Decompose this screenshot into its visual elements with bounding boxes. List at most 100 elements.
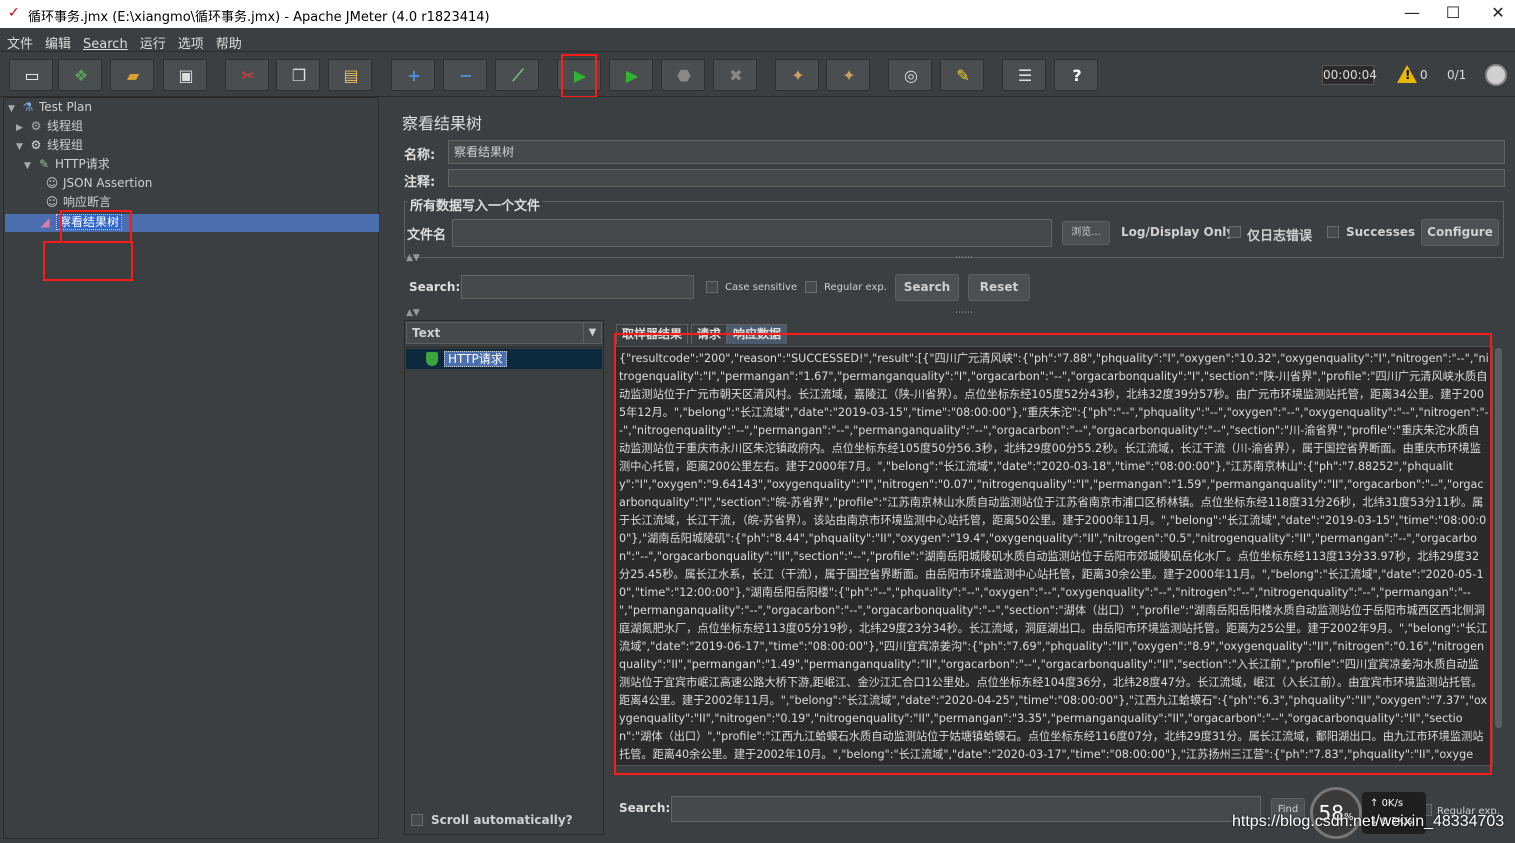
- result-row[interactable]: HTTP请求: [406, 349, 602, 369]
- templates-button[interactable]: ❖: [58, 59, 102, 91]
- bottom-search-label: Search:: [619, 801, 671, 815]
- copy-button[interactable]: ❐: [276, 59, 320, 91]
- collapse-icon: −: [459, 66, 473, 85]
- clear-button[interactable]: ✦: [775, 59, 819, 91]
- configure-button[interactable]: Configure: [1421, 219, 1499, 246]
- paste-button[interactable]: ▤: [328, 59, 372, 91]
- vertical-splitter[interactable]: [381, 97, 389, 839]
- toolbar: ▭ ❖ ▰ ▣ ✂ ❐ ▤ + − ⟋ ▶ ▶ ⬣ ✖ ✦ ✦ ◎ ✎ ☰? 00:00:04 ! 0 0/1: [0, 53, 1515, 98]
- start-highlight-box: [561, 54, 597, 98]
- menu-options[interactable]: 选项: [172, 28, 210, 52]
- start-no-pauses-button[interactable]: ▶: [609, 59, 653, 91]
- fileset-legend: 所有数据写入一个文件: [408, 195, 543, 214]
- response-scrollbar[interactable]: [1494, 346, 1503, 766]
- save-icon: ▣: [178, 66, 194, 85]
- warning-icon[interactable]: !: [1397, 65, 1417, 83]
- filename-input[interactable]: [452, 219, 1052, 247]
- tree-item-json-assertion[interactable]: ☺ JSON Assertion: [44, 174, 153, 192]
- test-plan-tree: ▼ ⚗ Test Plan ▶ ⚙ 线程组 ▼ ⚙ 线程组 ▼ ✎ HTTP请求 ☺ JSON A…: [3, 97, 379, 839]
- chevron-down-icon: ▼: [583, 323, 601, 343]
- search-input[interactable]: [461, 275, 694, 299]
- splitter-grip[interactable]: ⋯⋯: [955, 253, 973, 263]
- stop-icon: ⬣: [677, 66, 691, 85]
- gear-icon: ⚙: [30, 119, 42, 133]
- search-button[interactable]: ◎: [888, 59, 932, 91]
- chart-icon: ◢: [40, 215, 50, 229]
- maximize-button[interactable]: ☐: [1430, 2, 1476, 26]
- reset-search-button[interactable]: ✎: [940, 59, 984, 91]
- splitter-arrows-2[interactable]: ▲▼: [406, 308, 420, 318]
- expand-icon: +: [407, 66, 421, 85]
- scroll-auto-checkbox[interactable]: [411, 814, 423, 826]
- name-input[interactable]: 察看结果树: [448, 140, 1505, 164]
- regex-label: Regular exp.: [824, 282, 887, 293]
- function-helper-button[interactable]: ☰: [1002, 59, 1046, 91]
- blog-watermark: https://blog.csdn.net/weixin_48334703: [1232, 813, 1505, 830]
- errors-only-label: 仅日志错误: [1247, 229, 1313, 244]
- help-button[interactable]: ?: [1054, 59, 1098, 91]
- stop-button[interactable]: ⬣: [661, 59, 705, 91]
- tree-item-thread-group-1[interactable]: ▶ ⚙ 线程组: [16, 117, 83, 135]
- clear-all-button[interactable]: ✦: [826, 59, 870, 91]
- assertion-icon: ☺: [45, 176, 59, 190]
- cut-icon: ✂: [241, 66, 255, 85]
- errors-only-checkbox[interactable]: [1229, 226, 1241, 238]
- search-button[interactable]: Search: [895, 274, 959, 301]
- regex-checkbox[interactable]: [805, 281, 817, 293]
- clear-icon: ✦: [791, 66, 805, 85]
- results-tree: HTTP请求: [406, 347, 602, 805]
- reset-button[interactable]: Reset: [968, 274, 1030, 301]
- start-no-pauses-icon: ▶: [625, 66, 639, 85]
- success-shield-icon: [426, 352, 438, 366]
- remote-globe-icon[interactable]: [1485, 64, 1507, 86]
- templates-icon: ❖: [73, 66, 89, 85]
- function-helper-icon: ☰: [1017, 66, 1033, 85]
- menu-bar: 文件 编辑 Search 运行 选项 帮助: [0, 28, 1515, 52]
- cut-button[interactable]: ✂: [225, 59, 269, 91]
- menu-run[interactable]: 运行: [134, 28, 172, 52]
- help-icon: ?: [1072, 66, 1082, 85]
- expand-button[interactable]: +: [391, 59, 435, 91]
- renderer-select[interactable]: Text ▼: [406, 322, 602, 344]
- open-icon: ▰: [126, 66, 140, 85]
- shutdown-icon: ✖: [729, 66, 743, 85]
- browse-button[interactable]: 浏览...: [1062, 221, 1110, 245]
- new-button[interactable]: ▭: [9, 59, 53, 91]
- paste-icon: ▤: [343, 66, 359, 85]
- result-item-label[interactable]: HTTP请求: [444, 351, 507, 367]
- reset-search-icon: ✎: [956, 66, 970, 85]
- toggle-icon: ⟋: [512, 66, 524, 85]
- close-button[interactable]: ✕: [1475, 2, 1515, 26]
- splitter-grip-2[interactable]: ⋯⋯: [955, 308, 973, 318]
- toggle-button[interactable]: ⟋: [495, 59, 539, 91]
- menu-help[interactable]: 帮助: [210, 28, 248, 52]
- splitter-arrows[interactable]: ▲▼: [406, 253, 420, 263]
- window-title: 循环事务.jmx (E:\xiangmo\循环事务.jmx) - Apache …: [28, 10, 490, 25]
- successes-label: Successes: [1346, 225, 1416, 239]
- open-button[interactable]: ▰: [110, 59, 154, 91]
- panel-title: 察看结果树: [402, 114, 483, 133]
- successes-checkbox[interactable]: [1327, 226, 1339, 238]
- scroll-auto-label: Scroll automatically?: [431, 813, 573, 827]
- tree-item-http-request[interactable]: ▼ ✎ HTTP请求: [24, 155, 110, 173]
- comment-input[interactable]: [448, 169, 1505, 187]
- menu-search[interactable]: Search: [77, 32, 134, 52]
- clear-all-icon: ✦: [842, 66, 856, 85]
- log-display-label: Log/Display Only:: [1121, 225, 1239, 239]
- menu-file[interactable]: 文件: [0, 28, 39, 52]
- shutdown-button[interactable]: ✖: [713, 59, 757, 91]
- tree-item-thread-group-2[interactable]: ▼ ⚙ 线程组: [16, 136, 83, 154]
- gear-icon: ⚙: [30, 138, 42, 152]
- search-label: Search:: [409, 280, 461, 294]
- bottom-search-input[interactable]: [671, 796, 1261, 822]
- minimize-button[interactable]: —: [1389, 2, 1435, 26]
- menu-edit[interactable]: 编辑: [39, 28, 77, 52]
- collapse-button[interactable]: −: [443, 59, 487, 91]
- copy-icon: ❐: [291, 66, 307, 85]
- tree-item-test-plan[interactable]: ▼ ⚗ Test Plan: [8, 98, 92, 116]
- tree-item-response-assertion[interactable]: ☺ 响应断言: [44, 193, 111, 211]
- save-button[interactable]: ▣: [163, 59, 207, 91]
- search-icon: ◎: [904, 66, 918, 85]
- case-sensitive-checkbox[interactable]: [706, 281, 718, 293]
- title-bar: ✓ 循环事务.jmx (E:\xiangmo\循环事务.jmx) - Apach…: [0, 0, 1515, 28]
